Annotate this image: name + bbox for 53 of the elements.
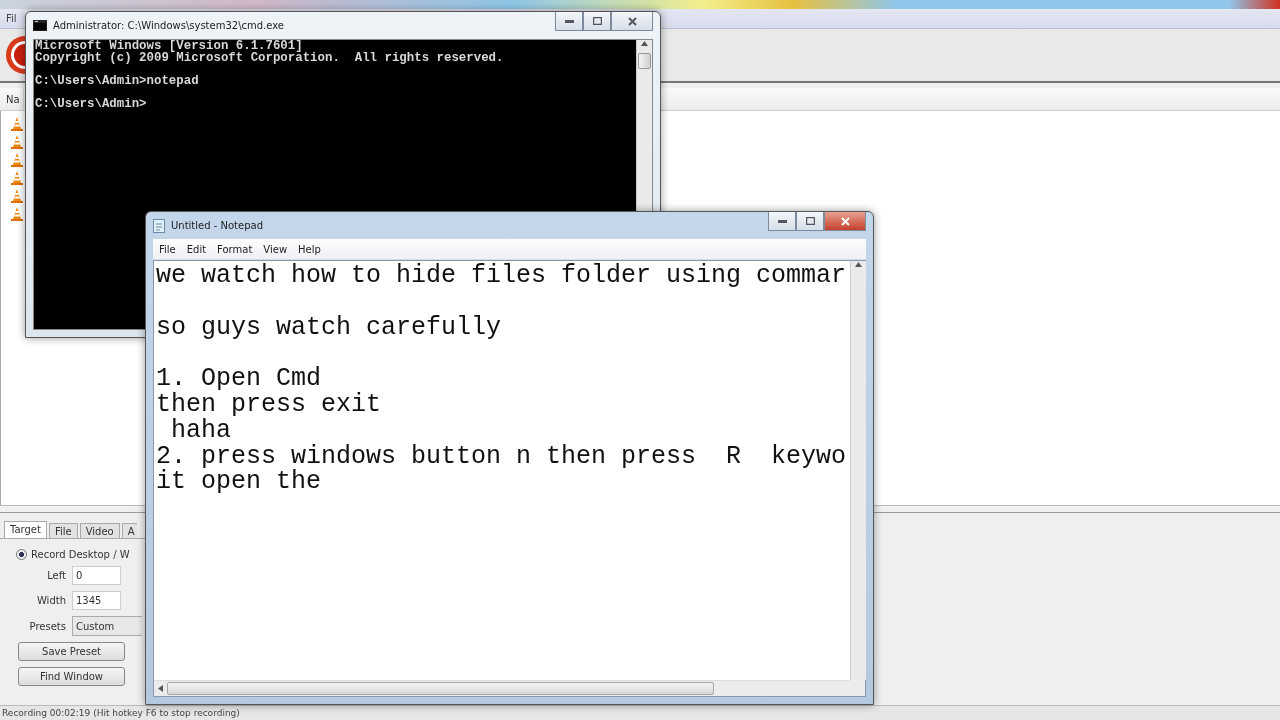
panel-button[interactable]: Find Window (18, 667, 125, 686)
panel-button[interactable]: Save Preset (18, 642, 125, 661)
traffic-cone-icon (11, 117, 23, 131)
scrollbar[interactable] (850, 261, 866, 680)
close-icon (627, 16, 637, 26)
console-icon (33, 20, 47, 31)
console-output: Microsoft Windows [Version 6.1.7601] Copyright (c) 2009 Microsoft Corporation. All rights reserved. C:\Users\Admin>notepad C:\Users\Admin> (34, 40, 504, 110)
maximize-icon (592, 17, 602, 25)
close-icon (840, 216, 850, 226)
radio-label: Record Desktop / W (31, 549, 130, 560)
column-title: Na (6, 93, 20, 105)
tab[interactable]: File (48, 523, 78, 538)
minimize-button[interactable] (555, 12, 583, 31)
scroll-up-arrow-icon[interactable] (641, 40, 648, 47)
menu-item[interactable]: Help (298, 243, 321, 255)
scroll-thumb[interactable] (167, 682, 714, 695)
close-button[interactable] (824, 212, 866, 231)
scroll-up-arrow-icon[interactable] (855, 261, 862, 268)
menu-item[interactable]: View (263, 243, 288, 255)
input-field[interactable]: 1345 (72, 591, 121, 610)
dropdown[interactable]: Custom (72, 616, 142, 636)
tab[interactable]: A (121, 523, 137, 538)
field-label: Presets (28, 620, 66, 632)
menu-item[interactable]: Fil (6, 13, 17, 24)
maximize-button[interactable] (583, 12, 611, 31)
notepad-icon (153, 218, 165, 233)
minimize-icon (564, 19, 574, 23)
window-title: Administrator: C:\Windows\system32\cmd.exe (53, 20, 286, 31)
column-header[interactable]: Na (0, 88, 24, 110)
input-field[interactable]: 0 (72, 566, 121, 585)
maximize-button[interactable] (796, 212, 824, 231)
field-label: Left (46, 570, 66, 581)
traffic-cone-icon (11, 135, 23, 149)
tab[interactable]: Target (4, 521, 47, 538)
status-bar: Recording 00:02:19 (Hit hotkey F6 to stop recording) (0, 705, 1280, 720)
traffic-cone-icon (11, 189, 23, 203)
tab[interactable]: Video (79, 523, 120, 538)
radio-button[interactable] (16, 549, 27, 560)
minimize-icon (777, 219, 787, 223)
scroll-thumb[interactable] (638, 53, 651, 69)
minimize-button[interactable] (768, 212, 796, 231)
menu-item[interactable]: File (159, 243, 176, 255)
maximize-icon (805, 217, 815, 225)
scrollbar[interactable] (154, 680, 850, 696)
traffic-cone-icon (11, 153, 23, 167)
menu-item[interactable]: Format (217, 243, 253, 255)
traffic-cone-icon (11, 171, 23, 185)
field-label: Width (35, 595, 66, 606)
close-button[interactable] (611, 12, 653, 31)
window-title: Untitled - Notepad (171, 220, 265, 231)
scroll-left-arrow-icon[interactable] (157, 685, 164, 692)
traffic-cone-icon (11, 207, 23, 221)
menu-item[interactable]: Edit (186, 243, 207, 255)
